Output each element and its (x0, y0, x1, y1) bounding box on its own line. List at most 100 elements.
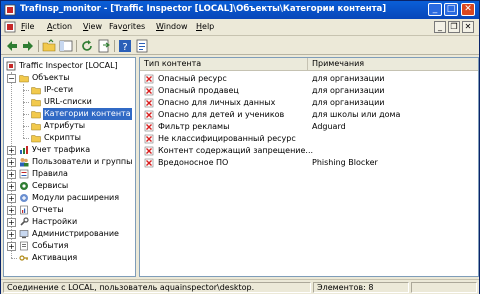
title-bar[interactable]: TrafInsp_monitor - [Traffic Inspector [L… (1, 1, 479, 19)
tree-item-label: Скрипты (44, 133, 81, 142)
tree-root-label: Traffic Inspector [LOCAL] (19, 61, 118, 70)
refresh-icon[interactable] (80, 39, 94, 53)
menu-favorites[interactable]: Favorites (109, 22, 145, 31)
tree-item-label: Объекты (32, 73, 70, 82)
content-type-cell: Опасный ресурс (158, 74, 227, 83)
list-item[interactable]: Не классифицированный ресурс (140, 133, 478, 145)
show-hide-tree-icon[interactable] (59, 39, 73, 53)
folder-icon (31, 87, 41, 95)
mdi-close-button[interactable]: ✕ (462, 21, 474, 33)
menu-file[interactable]: File (21, 22, 34, 31)
expand-toggle[interactable]: + (7, 158, 16, 167)
tree-guide-line (23, 102, 29, 103)
tree-item-label: Атрибуты (44, 121, 86, 130)
minimize-button[interactable]: _ (428, 3, 442, 16)
tree-item-scripts[interactable]: Скрипты (4, 132, 135, 144)
tree-item-settings[interactable]: + Настройки (4, 216, 135, 228)
tree-item-traffic-accounting[interactable]: + Учет трафика (4, 144, 135, 156)
expand-toggle[interactable]: + (7, 206, 16, 215)
report-icon (20, 205, 28, 215)
tree-item-objects[interactable]: − Объекты (4, 72, 135, 84)
list-item[interactable]: Контент содержащий запрещение... (140, 145, 478, 157)
app-window: TrafInsp_monitor - [Traffic Inspector [L… (0, 0, 480, 294)
folder-icon (19, 75, 29, 83)
tree-item-label: Пользователи и группы (32, 157, 133, 166)
notes-cell: для организации (312, 74, 385, 83)
expand-toggle[interactable]: + (7, 182, 16, 191)
content-category-icon (144, 86, 154, 96)
expand-toggle[interactable]: + (7, 230, 16, 239)
expand-toggle[interactable]: + (7, 194, 16, 203)
tree-item-ip-networks[interactable]: IP-сети (4, 84, 135, 96)
tree-item-services[interactable]: + Сервисы (4, 180, 135, 192)
list-item[interactable]: Вредоносное ПО Phishing Blocker (140, 157, 478, 169)
list-item[interactable]: Фильтр рекламы Adguard (140, 121, 478, 133)
mdi-restore-button[interactable]: ❐ (448, 21, 460, 33)
tree-item-label: URL-списки (44, 97, 92, 106)
list-item[interactable]: Опасно для личных данных для организации (140, 97, 478, 109)
tree-item-administration[interactable]: + Администрирование (4, 228, 135, 240)
tree-guide-line (23, 138, 29, 139)
folder-icon (31, 123, 41, 131)
rules-icon (19, 169, 29, 179)
forward-arrow-icon[interactable] (21, 39, 35, 53)
key-icon (19, 255, 28, 261)
menu-action[interactable]: Action (47, 22, 72, 31)
content-list: Тип контента Примечания Опасный ресурс д… (139, 57, 479, 277)
content-type-cell: Контент содержащий запрещение... (158, 146, 314, 155)
tree-guide-line (23, 126, 29, 127)
content-type-cell: Фильтр рекламы (158, 122, 230, 131)
toolbar-separator (38, 40, 39, 52)
list-item[interactable]: Опасно для детей и учеников для школы ил… (140, 109, 478, 121)
list-item[interactable]: Опасный ресурс для организации (140, 73, 478, 85)
tree-item-label: Правила (32, 169, 68, 178)
menu-window[interactable]: Window (156, 22, 188, 31)
notes-cell: для школы или дома (312, 110, 401, 119)
content-category-icon (144, 134, 154, 144)
tree-item-content-categories[interactable]: Категории контента (4, 108, 135, 120)
folder-icon (31, 111, 41, 119)
notes-cell: Adguard (312, 122, 346, 131)
tree-item-rules[interactable]: + Правила (4, 168, 135, 180)
notes-cell: Phishing Blocker (312, 158, 378, 167)
expand-toggle[interactable]: + (7, 218, 16, 227)
properties-icon[interactable] (135, 39, 149, 53)
close-button[interactable]: ✕ (461, 3, 475, 16)
folder-icon (31, 99, 41, 107)
mdi-child-icon[interactable] (4, 21, 16, 33)
back-arrow-icon[interactable] (5, 39, 19, 53)
expand-toggle[interactable]: + (7, 170, 16, 179)
expand-toggle[interactable]: + (7, 242, 16, 251)
up-folder-icon[interactable] (42, 39, 56, 53)
content-category-icon (144, 122, 154, 132)
help-icon[interactable]: ? (118, 39, 132, 53)
tree-item-users-groups[interactable]: + Пользователи и группы (4, 156, 135, 168)
tree-guide-line (23, 90, 29, 91)
events-icon (20, 241, 28, 251)
content-category-icon (144, 158, 154, 168)
column-header-notes[interactable]: Примечания (308, 58, 478, 71)
content-type-cell: Вредоносное ПО (158, 158, 229, 167)
tree-item-attributes[interactable]: Атрибуты (4, 120, 135, 132)
tree-item-extension-modules[interactable]: + Модули расширения (4, 192, 135, 204)
menu-view[interactable]: View (83, 22, 102, 31)
expand-toggle[interactable]: + (7, 146, 16, 155)
export-list-icon[interactable] (97, 39, 111, 53)
menu-help[interactable]: Help (196, 22, 214, 31)
toolbar-separator (76, 40, 77, 52)
server-icon (6, 61, 16, 71)
tree-root[interactable]: Traffic Inspector [LOCAL] (4, 60, 135, 72)
tree-item-activation[interactable]: Активация (4, 252, 135, 264)
tree-item-events[interactable]: + События (4, 240, 135, 252)
content-type-cell: Опасный продавец (158, 86, 239, 95)
tree-item-url-lists[interactable]: URL-списки (4, 96, 135, 108)
mdi-minimize-button[interactable]: _ (434, 21, 446, 33)
content-category-icon (144, 146, 154, 156)
collapse-toggle[interactable]: − (7, 74, 16, 83)
column-header-content-type[interactable]: Тип контента (140, 58, 308, 71)
tree-item-reports[interactable]: + Отчеты (4, 204, 135, 216)
maximize-button[interactable]: □ (444, 3, 458, 16)
chart-icon (20, 146, 28, 154)
list-item[interactable]: Опасный продавец для организации (140, 85, 478, 97)
console-tree[interactable]: Traffic Inspector [LOCAL] − Объекты IP-с… (3, 57, 136, 277)
